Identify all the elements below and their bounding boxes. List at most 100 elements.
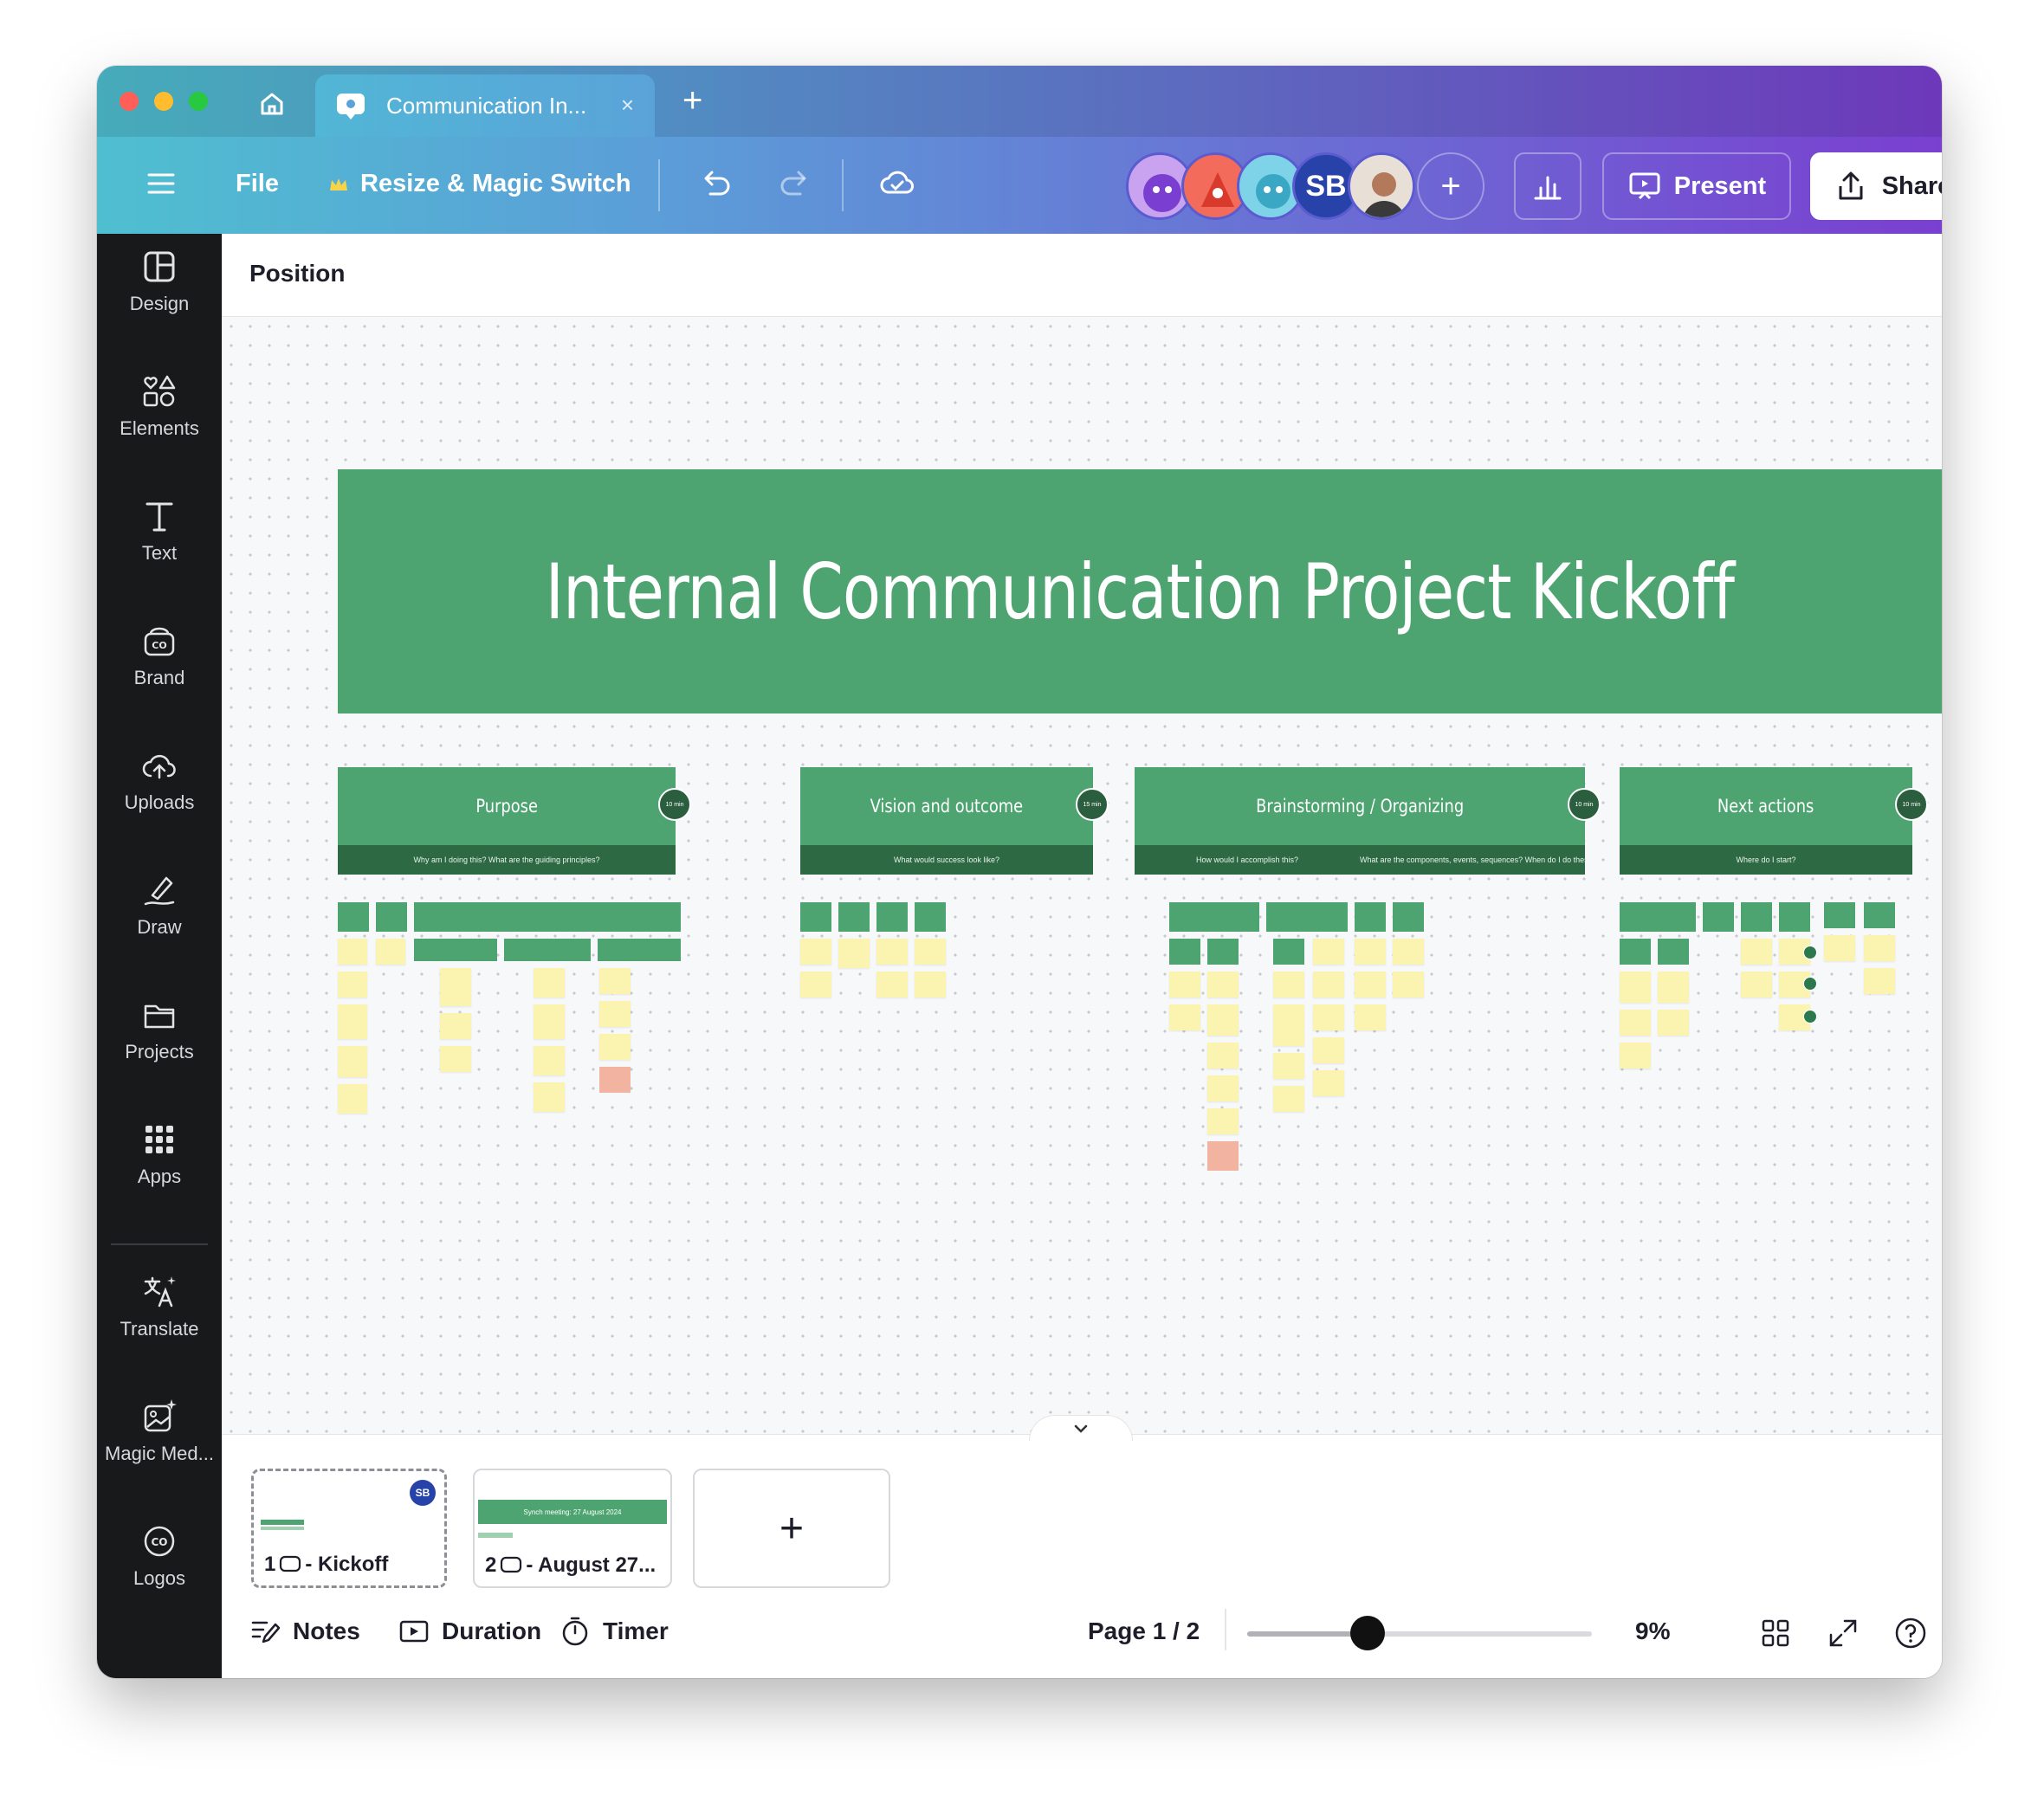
menu-icon[interactable] <box>144 166 178 201</box>
section-brainstorming[interactable]: Brainstorming / Organizing How would I a… <box>1135 767 1601 875</box>
new-tab-button[interactable]: + <box>682 81 702 120</box>
whiteboard-canvas[interactable]: Internal Communication Project Kickoff P… <box>222 317 1942 1434</box>
avatar[interactable] <box>1348 152 1415 220</box>
sticky-note[interactable] <box>338 1046 367 1077</box>
category-card[interactable] <box>1355 902 1386 932</box>
notes-button[interactable]: Notes <box>249 1616 360 1647</box>
zoom-slider-handle[interactable] <box>1350 1616 1386 1650</box>
sticky-note[interactable] <box>1355 1004 1386 1030</box>
sticky-note[interactable] <box>1741 972 1772 998</box>
category-card[interactable] <box>504 939 591 961</box>
page-thumbnail-2[interactable]: Synch meeting: 27 August 2024 2 - August … <box>473 1469 672 1588</box>
page-thumbnail-1[interactable]: SB 1 - Kickoff <box>251 1469 447 1588</box>
category-card[interactable] <box>1273 939 1304 965</box>
category-card[interactable] <box>915 902 946 932</box>
category-card[interactable] <box>414 939 497 961</box>
resize-magic-switch-button[interactable]: Resize & Magic Switch <box>360 170 631 198</box>
sticky-note[interactable] <box>800 972 831 998</box>
sticky-note[interactable] <box>1741 939 1772 965</box>
file-menu-button[interactable]: File <box>236 170 279 198</box>
add-page-button[interactable]: + <box>693 1469 890 1588</box>
undo-icon[interactable] <box>695 163 736 204</box>
sticky-note[interactable] <box>376 939 405 965</box>
tab-close-icon[interactable]: × <box>621 92 634 119</box>
sticky-note[interactable] <box>440 1013 471 1039</box>
sticky-note[interactable] <box>1620 1043 1651 1069</box>
category-card[interactable] <box>1266 902 1348 932</box>
sticky-note[interactable] <box>1355 972 1386 998</box>
category-card[interactable] <box>838 902 870 932</box>
cloud-saved-icon[interactable] <box>876 163 918 204</box>
grid-view-icon[interactable] <box>1758 1616 1793 1650</box>
section-next-actions[interactable]: Next actions Where do I start? 10 min <box>1620 767 1928 875</box>
section-purpose[interactable]: Purpose Why am I doing this? What are th… <box>338 767 691 875</box>
sticky-note[interactable] <box>1313 1037 1344 1063</box>
sticky-note[interactable] <box>599 1001 631 1027</box>
sticky-note[interactable] <box>1207 1075 1239 1101</box>
sidebar-item-text[interactable]: Text <box>97 483 222 587</box>
sticky-note[interactable] <box>1864 968 1895 994</box>
category-card[interactable] <box>1703 902 1734 932</box>
sticky-note[interactable] <box>1313 972 1344 998</box>
category-card[interactable] <box>414 902 681 932</box>
add-collaborator-button[interactable]: + <box>1417 152 1484 220</box>
sticky-note[interactable] <box>1207 1043 1239 1069</box>
maximize-window-button[interactable] <box>189 92 208 111</box>
sticky-note[interactable] <box>876 939 908 965</box>
sticky-note[interactable] <box>1313 1004 1344 1030</box>
sticky-note[interactable] <box>1658 1010 1689 1036</box>
sticky-note[interactable] <box>1273 1053 1304 1079</box>
sticky-note[interactable] <box>1658 972 1689 1003</box>
sidebar-item-draw[interactable]: Draw <box>97 857 222 961</box>
sticky-note[interactable] <box>1207 972 1239 998</box>
sticky-note[interactable] <box>338 972 367 998</box>
sticky-note[interactable] <box>1824 935 1855 961</box>
sticky-note[interactable] <box>440 1046 471 1072</box>
zoom-slider[interactable] <box>1247 1631 1592 1637</box>
category-card[interactable] <box>598 939 681 961</box>
fullscreen-icon[interactable] <box>1826 1616 1860 1650</box>
sticky-note[interactable] <box>1207 1108 1239 1134</box>
sticky-note[interactable] <box>440 968 471 1006</box>
sticky-note[interactable] <box>1273 1004 1304 1046</box>
sticky-note-pink[interactable] <box>1207 1141 1239 1171</box>
board-title-banner[interactable]: Internal Communication Project Kickoff <box>338 469 1942 714</box>
sticky-note[interactable] <box>1393 972 1424 998</box>
category-card[interactable] <box>1169 902 1259 932</box>
sidebar-item-translate[interactable]: Translate <box>97 1259 222 1363</box>
category-card[interactable] <box>1864 902 1895 928</box>
sticky-note[interactable] <box>876 972 908 998</box>
help-icon[interactable] <box>1893 1616 1928 1650</box>
sticky-note[interactable] <box>1355 939 1386 965</box>
category-card[interactable] <box>800 902 831 932</box>
sidebar-item-magic-media[interactable]: Magic Med... <box>97 1384 222 1488</box>
minimize-window-button[interactable] <box>154 92 173 111</box>
active-tab[interactable]: Communication In... × <box>315 74 655 137</box>
sticky-note[interactable] <box>915 972 946 998</box>
timer-button[interactable]: Timer <box>560 1616 669 1647</box>
sticky-note[interactable] <box>800 939 831 965</box>
duration-button[interactable]: Duration <box>398 1616 541 1647</box>
category-card[interactable] <box>376 902 407 932</box>
insights-button[interactable] <box>1514 152 1582 220</box>
sidebar-item-uploads[interactable]: Uploads <box>97 733 222 836</box>
sticky-note[interactable] <box>534 1004 565 1039</box>
sticky-note[interactable] <box>599 968 631 994</box>
redo-icon[interactable] <box>774 163 816 204</box>
position-button[interactable]: Position <box>249 260 345 287</box>
zoom-percentage[interactable]: 9% <box>1635 1618 1670 1645</box>
sticky-note[interactable] <box>1313 1070 1344 1096</box>
sidebar-item-logos[interactable]: CO Logos <box>97 1508 222 1612</box>
share-button[interactable]: Share <box>1810 152 1942 220</box>
sidebar-item-elements[interactable]: Elements <box>97 358 222 462</box>
category-card[interactable] <box>876 902 908 932</box>
sticky-note[interactable] <box>1273 972 1304 998</box>
category-card[interactable] <box>1658 939 1689 965</box>
category-card[interactable] <box>1207 939 1239 965</box>
sticky-note[interactable] <box>599 1034 631 1060</box>
sticky-note[interactable] <box>1620 1010 1651 1036</box>
sticky-note[interactable] <box>915 939 946 965</box>
category-card[interactable] <box>1169 939 1200 965</box>
sticky-note[interactable] <box>1313 939 1344 965</box>
sidebar-item-apps[interactable]: Apps <box>97 1107 222 1211</box>
